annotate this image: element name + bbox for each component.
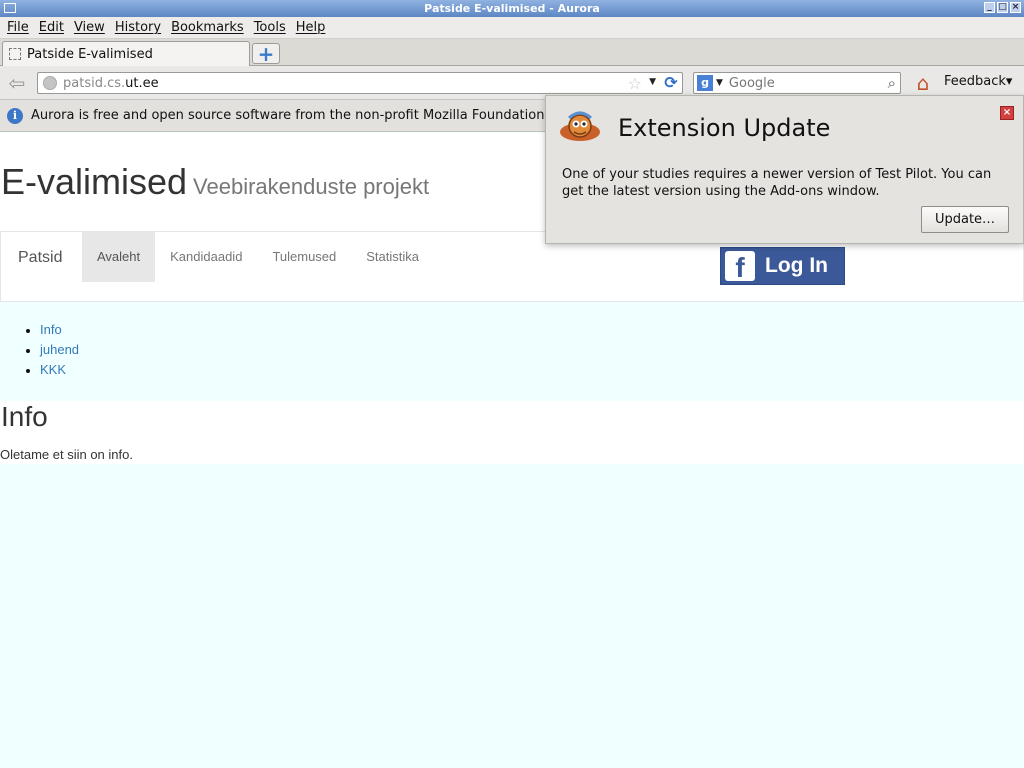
list-item: juhend [40,340,1024,360]
update-button[interactable]: Update… [921,206,1009,233]
side-links: Info juhend KKK [0,320,1024,380]
facebook-login-button[interactable]: f Log In [720,247,845,285]
facebook-login-label: Log In [765,254,828,277]
tab-active[interactable]: Patside E-valimised [2,41,250,66]
nav-link-tulemused[interactable]: Tulemused [257,232,351,282]
bookmark-star-icon[interactable]: ☆ [628,74,642,93]
info-heading: Info [1,401,48,432]
link-kkk[interactable]: KKK [40,362,66,377]
url-bar[interactable]: patsid.cs. ut.ee ☆ ▼ ⟳ [37,72,683,94]
plus-icon: + [257,41,275,66]
facebook-icon: f [725,251,755,281]
list-item: Info [40,320,1024,340]
new-tab-button[interactable]: + [252,43,280,64]
search-icon[interactable]: ⌕ [888,74,896,92]
back-arrow-icon[interactable]: ⇦ [5,72,29,94]
tab-label: Patside E-valimised [27,46,153,62]
url-domain: ut.ee [125,75,159,91]
extension-update-panel: × Extension Update One of your studies r… [545,95,1024,244]
navbar-brand[interactable]: Patsid [18,249,62,267]
menu-bar: File Edit View History Bookmarks Tools H… [0,17,1024,39]
home-icon[interactable]: ⌂ [912,72,934,94]
maximize-icon[interactable]: □ [997,2,1008,13]
globe-icon[interactable] [43,76,57,90]
window-title: Patside E-valimised - Aurora [424,2,600,15]
navbar-links: Avaleht Kandidaadid Tulemused Statistika [82,232,434,282]
info-text: Oletame et siin on info. [0,447,133,462]
menu-history[interactable]: History [110,20,166,35]
list-item: KKK [40,360,1024,380]
menu-tools[interactable]: Tools [249,20,291,35]
nav-link-avaleht[interactable]: Avaleht [82,232,156,282]
tab-bar: Patside E-valimised + [0,39,1024,66]
nav-link-kandidaadid[interactable]: Kandidaadid [155,232,257,282]
site-title: E-valimised Veebirakenduste projekt [1,161,429,203]
search-input[interactable] [728,75,869,91]
reload-icon[interactable]: ⟳ [662,74,680,92]
feedback-button[interactable]: Feedback▾ [944,74,1012,89]
nav-link-statistika[interactable]: Statistika [351,232,434,282]
menu-file[interactable]: File [2,20,34,35]
url-subdomain: patsid.cs. [63,75,126,91]
close-panel-icon[interactable]: × [1000,106,1014,120]
menu-bookmarks[interactable]: Bookmarks [166,20,249,35]
info-icon: i [7,107,23,124]
site-title-text: E-valimised [1,161,188,202]
minimize-icon[interactable]: _ [984,2,995,13]
panel-title: Extension Update [618,114,831,142]
link-info[interactable]: Info [40,322,62,337]
menu-help[interactable]: Help [291,20,331,35]
link-juhend[interactable]: juhend [40,342,79,357]
google-engine-icon[interactable]: g [697,75,713,91]
url-history-dropdown-icon[interactable]: ▼ [649,77,656,87]
close-window-icon[interactable]: × [1010,2,1021,13]
test-pilot-mascot-icon [560,111,600,141]
search-bar[interactable]: g ▼ ⌕ [693,72,901,94]
panel-message: One of your studies requires a newer ver… [562,167,992,199]
window-titlebar: Patside E-valimised - Aurora _ □ × [0,0,1024,17]
notification-text: Aurora is free and open source software … [31,108,549,123]
menu-view[interactable]: View [69,20,110,35]
info-section: Info Oletame et siin on info. [0,401,1024,464]
menu-edit[interactable]: Edit [34,20,69,35]
page-favicon-icon [9,48,21,60]
window-menu-icon[interactable] [4,3,16,13]
site-subtitle: Veebirakenduste projekt [193,174,430,199]
search-engine-dropdown-icon[interactable]: ▼ [716,78,723,88]
